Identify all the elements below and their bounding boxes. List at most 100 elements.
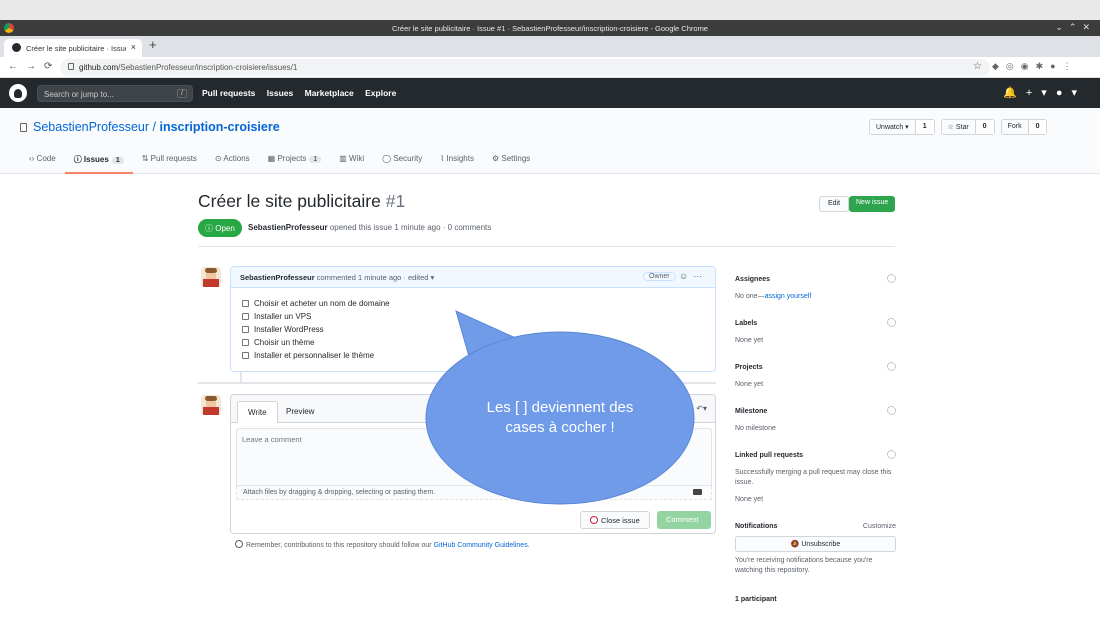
new-issue-button[interactable]: New issue xyxy=(849,196,896,212)
assignees-title: Assignees xyxy=(735,276,771,283)
gear-icon[interactable] xyxy=(887,450,896,459)
avatar[interactable] xyxy=(201,395,221,415)
repo-header: SebastienProfesseur / inscription-croisi… xyxy=(0,108,1100,174)
labels-title: Labels xyxy=(735,320,758,327)
browser-tab[interactable]: Créer le site publicitaire · Issue #1 × xyxy=(4,39,142,57)
close-issue-icon xyxy=(590,516,598,524)
task-list: Choisir et acheter un nom de domaine Ins… xyxy=(231,288,715,362)
attach-files-area[interactable]: Attach files by dragging & dropping, sel… xyxy=(236,486,712,500)
task-checkbox[interactable] xyxy=(242,300,249,307)
linked-prs-description: Successfully merging a pull request may … xyxy=(735,469,892,486)
github-logo-icon[interactable] xyxy=(9,84,27,102)
nav-buttons[interactable]: ←→⟳ xyxy=(8,61,60,72)
projects-count: 1 xyxy=(309,156,322,163)
repo-icon xyxy=(20,123,27,132)
tab-projects[interactable]: ▦ Projects 1 xyxy=(259,148,331,174)
assign-yourself-link[interactable]: assign yourself xyxy=(765,293,812,300)
unsubscribe-button[interactable]: 🔕 Unsubscribe xyxy=(735,536,896,552)
code-icon: ‹› xyxy=(29,154,35,163)
gear-icon[interactable] xyxy=(887,274,896,283)
issue-icon: ⓘ xyxy=(73,155,82,164)
sidebar-notifications: Notifications Customize 🔕 Unsubscribe Yo… xyxy=(735,523,896,576)
tab-insights[interactable]: ⌇ Insights xyxy=(431,148,483,174)
task-checkbox[interactable] xyxy=(242,339,249,346)
gear-icon[interactable] xyxy=(887,318,896,327)
sidebar-milestone: Milestone No milestone xyxy=(735,406,896,434)
milestone-value: No milestone xyxy=(735,425,776,432)
sidebar-assignees: Assignees No one—assign yourself xyxy=(735,274,896,302)
comment-tools[interactable]: ☺⋯ xyxy=(679,271,707,282)
list-item: Choisir et acheter un nom de domaine xyxy=(242,297,715,310)
avatar[interactable] xyxy=(201,267,221,287)
comment-meta[interactable]: commented 1 minute ago · edited ▾ xyxy=(317,273,435,282)
repo-action-buttons: Unwatch ▾ 1 ☆ Star 0 Fork 0 xyxy=(869,119,1048,135)
fork-button[interactable]: Fork 0 xyxy=(1000,119,1048,135)
github-favicon-icon xyxy=(12,43,21,52)
tab-actions[interactable]: ⊙ Actions xyxy=(206,148,259,174)
participants-title: 1 participant xyxy=(735,596,777,603)
tab-pull-requests[interactable]: ⇅ Pull requests xyxy=(133,148,206,174)
repo-tabs: ‹› Code ⓘ Issues 1 ⇅ Pull requests ⊙ Acti… xyxy=(20,148,539,174)
reply-icon[interactable]: ↶▾ xyxy=(696,404,707,413)
customize-link[interactable]: Customize xyxy=(863,523,896,530)
tab-security[interactable]: ◯ Security xyxy=(373,148,431,174)
tab-issues[interactable]: ⓘ Issues 1 xyxy=(64,148,133,174)
tab-write[interactable]: Write xyxy=(237,401,278,423)
nav-issues[interactable]: Issues xyxy=(267,88,293,98)
bookmark-star-icon[interactable]: ☆ xyxy=(973,61,982,72)
nav-pull-requests[interactable]: Pull requests xyxy=(202,88,255,98)
callout-text: Les [ ] deviennent des cases à cocher ! xyxy=(486,399,634,436)
repo-owner-link[interactable]: SebastienProfesseur xyxy=(33,120,149,134)
status-badge: ⓘ Open xyxy=(198,219,242,237)
close-tab-icon[interactable]: × xyxy=(131,42,136,52)
gear-icon[interactable] xyxy=(887,362,896,371)
window-controls[interactable]: ⌄⌃✕ xyxy=(1055,22,1096,33)
tab-settings[interactable]: ⚙ Settings xyxy=(483,148,539,174)
header-divider xyxy=(198,246,895,247)
issue-comment: SebastienProfesseur commented 1 minute a… xyxy=(230,266,716,372)
repo-separator: / xyxy=(152,120,157,134)
notifications-description: You're receiving notifications because y… xyxy=(735,557,873,574)
extension-icons[interactable]: ◆◎◉✱●⋮ xyxy=(992,61,1079,72)
repo-name-link[interactable]: inscription-croisiere xyxy=(160,120,280,134)
bell-slash-icon: 🔕 xyxy=(790,541,802,548)
linked-prs-value: None yet xyxy=(735,496,764,503)
comment-button[interactable]: Comment xyxy=(657,511,711,529)
nav-marketplace[interactable]: Marketplace xyxy=(305,88,354,98)
comment-author-link[interactable]: SebastienProfesseur xyxy=(240,273,315,282)
list-item: Installer un VPS xyxy=(242,310,715,323)
sidebar-participants: 1 participant xyxy=(735,596,896,603)
tab-preview[interactable]: Preview xyxy=(276,401,324,423)
close-issue-button[interactable]: Close issue xyxy=(580,511,650,529)
github-header: Search or jump to... / Pull requests Iss… xyxy=(0,78,1100,108)
markdown-icon[interactable] xyxy=(693,489,702,495)
milestone-title: Milestone xyxy=(735,408,768,415)
task-checkbox[interactable] xyxy=(242,326,249,333)
task-checkbox[interactable] xyxy=(242,313,249,320)
owner-badge: Owner xyxy=(643,272,676,281)
gear-icon[interactable] xyxy=(887,406,896,415)
projects-title: Projects xyxy=(735,364,763,371)
projects-value: None yet xyxy=(735,381,764,388)
unwatch-button[interactable]: Unwatch ▾ 1 xyxy=(869,119,935,135)
repo-breadcrumb: SebastienProfesseur / inscription-croisi… xyxy=(20,120,280,134)
task-checkbox[interactable] xyxy=(242,352,249,359)
header-actions[interactable]: 🔔+▾●▾ xyxy=(1003,86,1086,99)
edit-button[interactable]: Edit xyxy=(819,196,850,212)
shield-icon: ◯ xyxy=(382,154,392,163)
more-options-icon: ⋯ xyxy=(693,271,708,281)
tab-wiki[interactable]: ▥ Wiki xyxy=(330,148,373,174)
browser-tab-title: Créer le site publicitaire · Issue #1 xyxy=(26,44,126,53)
gear-icon: ⚙ xyxy=(491,154,500,163)
list-item: Choisir un thème xyxy=(242,336,715,349)
tab-code[interactable]: ‹› Code xyxy=(20,148,65,174)
search-input[interactable]: Search or jump to... / xyxy=(37,85,193,102)
address-bar[interactable]: github.com/SebastienProfesseur/inscripti… xyxy=(60,59,990,76)
window-title: Créer le site publicitaire · Issue #1 · … xyxy=(392,24,708,33)
nav-explore[interactable]: Explore xyxy=(365,88,396,98)
issue-author-link[interactable]: SebastienProfesseur xyxy=(248,223,328,232)
star-button[interactable]: ☆ Star 0 xyxy=(940,119,995,135)
guidelines-link[interactable]: GitHub Community Guidelines xyxy=(434,542,528,549)
address-row: ←→⟳ github.com/SebastienProfesseur/inscr… xyxy=(0,57,1100,78)
new-tab-button[interactable]: + xyxy=(149,37,157,52)
